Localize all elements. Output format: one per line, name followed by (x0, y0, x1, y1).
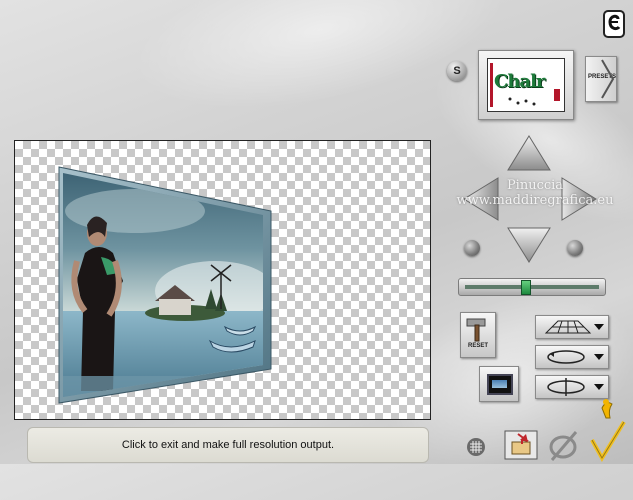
slider-thumb[interactable] (520, 280, 531, 295)
s-button[interactable]: S (447, 61, 467, 81)
hammer-icon (466, 318, 486, 342)
presets-arrow-icon (601, 59, 615, 99)
grid-icon[interactable] (466, 437, 486, 457)
rotate-left-knob[interactable] (464, 240, 480, 256)
rotate-ellipse-icon (547, 350, 604, 364)
image-button[interactable] (479, 366, 519, 402)
preview-canvas[interactable] (14, 140, 431, 420)
preset-thumbnail[interactable]: Chalr (478, 50, 574, 120)
flip-axis-icon (547, 378, 604, 396)
rotate-right-knob[interactable] (567, 240, 583, 256)
arrow-up-icon[interactable] (506, 134, 552, 172)
open-folder-icon[interactable] (504, 430, 538, 460)
cancel-icon[interactable] (546, 428, 580, 462)
rotate-dropdown[interactable] (535, 345, 609, 369)
checkmark-icon[interactable] (588, 398, 628, 462)
perspective-grid-icon (544, 320, 604, 334)
presets-button[interactable]: PRESETS (585, 56, 617, 102)
watermark: Pinuccia www.maddiregrafica.eu (456, 178, 614, 208)
preset-thumbnail-art (490, 63, 560, 107)
flip-dropdown[interactable] (535, 375, 609, 399)
e-icon[interactable] (603, 10, 625, 38)
status-message: Click to exit and make full resolution o… (121, 439, 335, 451)
preset-thumbnail-image: Chalr (487, 58, 565, 112)
image-icon (487, 374, 513, 395)
status-bar[interactable]: Click to exit and make full resolution o… (27, 427, 429, 463)
slider-track (465, 285, 599, 289)
zoom-slider[interactable] (458, 278, 606, 296)
arrow-down-icon[interactable] (506, 226, 552, 264)
preview-image (58, 166, 272, 404)
perspective-dropdown[interactable] (535, 315, 609, 339)
reset-button[interactable]: RESET (460, 312, 496, 358)
